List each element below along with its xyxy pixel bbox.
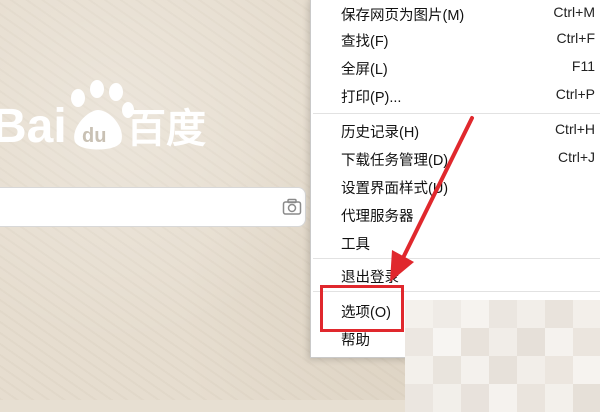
logo-text-paw: du bbox=[82, 125, 106, 147]
baidu-logo: Bai du 百度 bbox=[0, 80, 260, 160]
search-input[interactable] bbox=[0, 187, 306, 227]
menu-item-find[interactable]: 查找(F) Ctrl+F bbox=[311, 27, 600, 53]
menu-item-shortcut: F11 bbox=[571, 58, 595, 74]
menu-item-save-page-as-image[interactable]: 保存网页为图片(M) Ctrl+M bbox=[311, 1, 600, 27]
menu-item-shortcut: Ctrl+H bbox=[554, 121, 595, 137]
menu-item-label: 全屏(L) bbox=[341, 62, 388, 78]
menu-item-label: 保存网页为图片(M) bbox=[341, 8, 465, 24]
logo-text-left: Bai bbox=[0, 100, 67, 153]
highlight-box bbox=[320, 285, 404, 332]
menu-item-shortcut: Ctrl+F bbox=[556, 30, 596, 46]
menu-item-print[interactable]: 打印(P)... Ctrl+P bbox=[311, 83, 600, 109]
red-arrow-pointer bbox=[390, 116, 474, 282]
menu-item-label: 打印(P)... bbox=[341, 90, 402, 106]
pixelated-region bbox=[405, 300, 600, 412]
menu-item-shortcut: Ctrl+J bbox=[558, 149, 595, 165]
logo-text-right: 百度 bbox=[126, 106, 206, 152]
menu-item-label: 帮助 bbox=[341, 333, 370, 349]
menu-item-shortcut: Ctrl+P bbox=[555, 86, 595, 102]
menu-item-label: 查找(F) bbox=[341, 34, 389, 50]
menu-item-fullscreen[interactable]: 全屏(L) F11 bbox=[311, 55, 600, 81]
menu-item-label: 工具 bbox=[341, 237, 370, 253]
camera-icon[interactable] bbox=[282, 198, 302, 216]
menu-item-shortcut: Ctrl+M bbox=[553, 4, 595, 20]
